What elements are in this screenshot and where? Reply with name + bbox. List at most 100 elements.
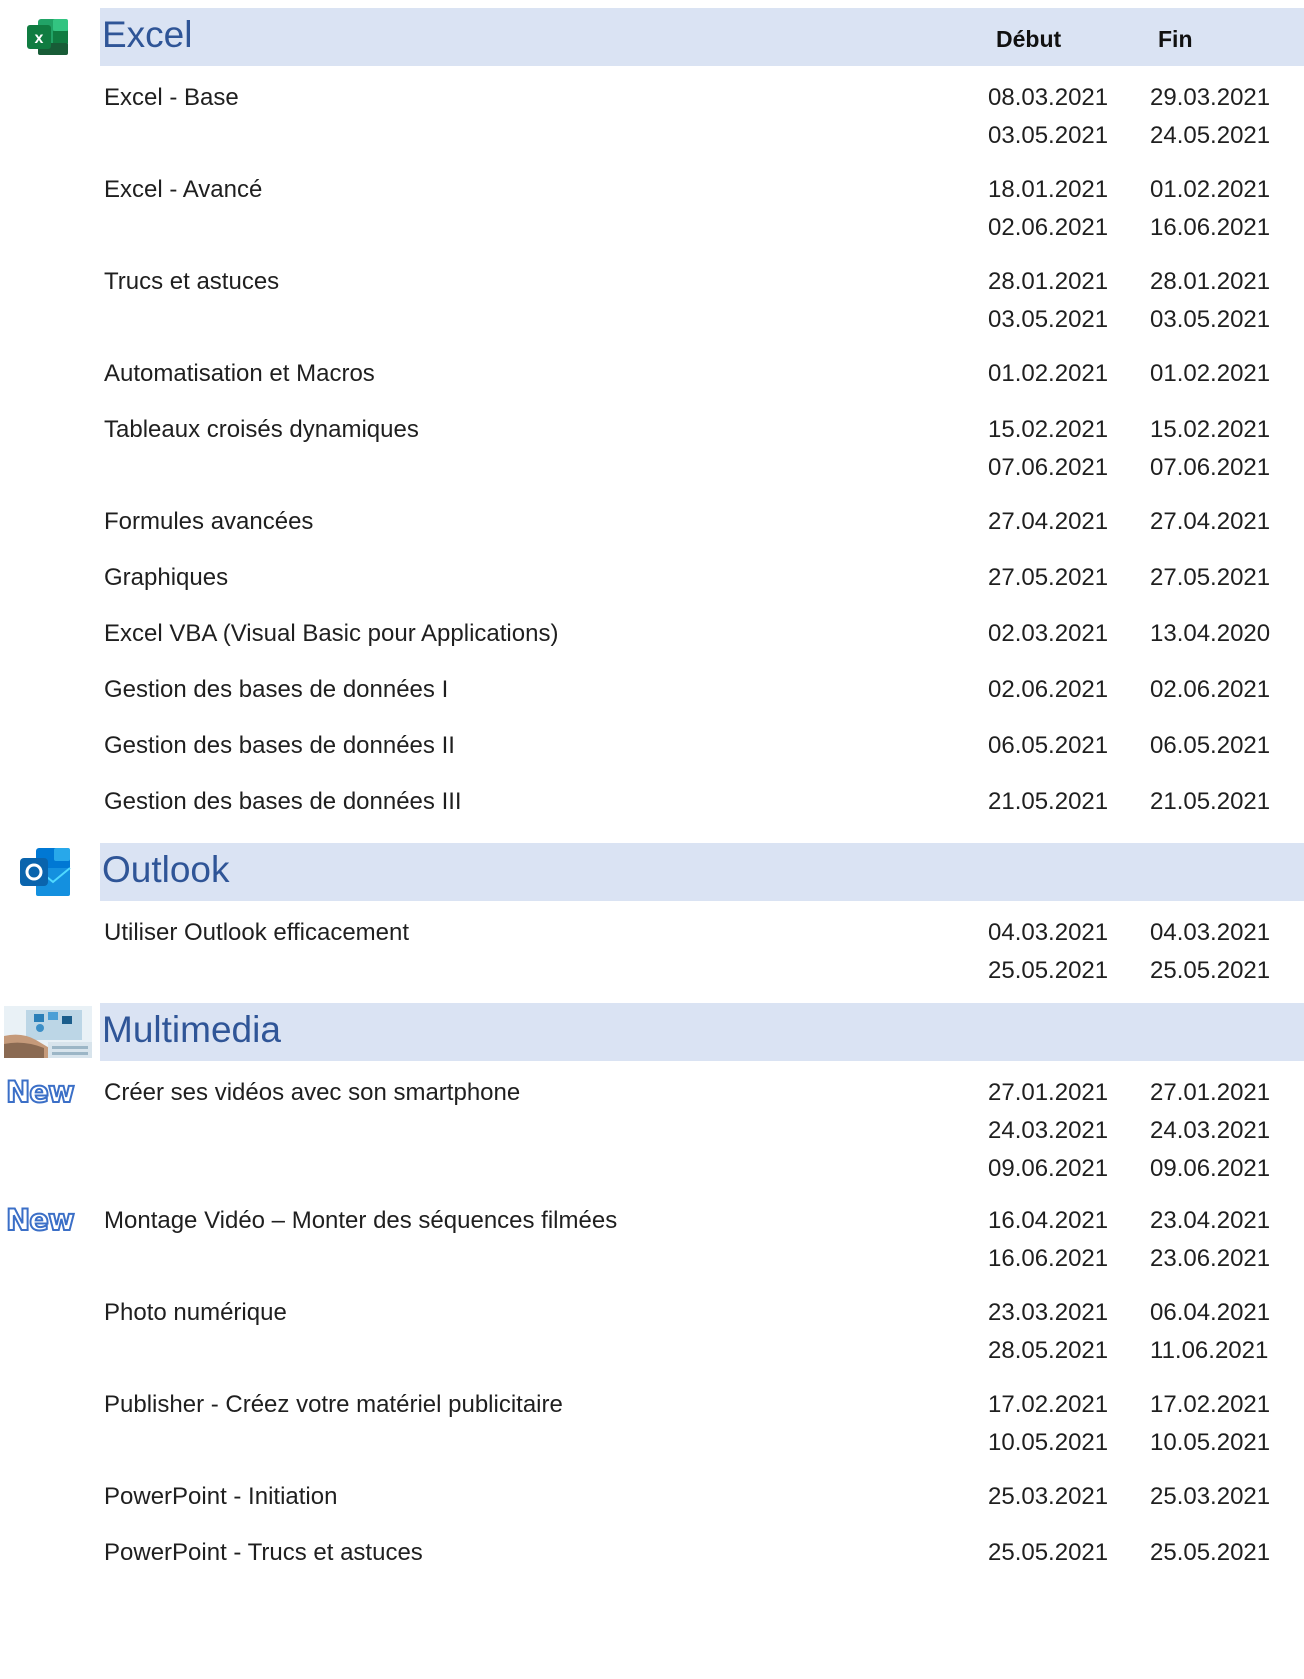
course-name: Publisher - Créez votre matériel publici…	[104, 1391, 563, 1418]
session-dates: 17.02.2021 17.02.2021 10.05.2021 10.05.2021	[988, 1386, 1304, 1462]
start-date: 28.01.2021	[988, 268, 1109, 295]
course-row: Montage Vidéo – Monter des séquences fil…	[5, 1202, 1304, 1278]
end-date: 27.04.2021	[1150, 508, 1271, 535]
course-name: PowerPoint - Initiation	[104, 1483, 338, 1510]
session-dates: 16.04.2021 23.04.2021 16.06.2021 23.06.2021	[988, 1202, 1304, 1278]
start-date: 06.05.2021	[988, 732, 1109, 759]
start-date: 01.02.2021	[988, 360, 1109, 387]
session-date-row: 03.05.2021 24.05.2021	[988, 117, 1304, 155]
session-dates: 25.03.2021 25.03.2021	[988, 1478, 1304, 1516]
start-date: 25.05.2021	[988, 1539, 1109, 1566]
svg-text:x: x	[35, 30, 44, 47]
end-date: 06.05.2021	[1150, 732, 1271, 759]
course-row: Utiliser Outlook efficacement 04.03.2021 0…	[104, 914, 1304, 990]
section-title: Multimedia	[102, 1009, 281, 1050]
end-date: 02.06.2021	[1150, 676, 1271, 703]
start-date: 24.03.2021	[988, 1117, 1109, 1144]
start-date: 18.01.2021	[988, 176, 1109, 203]
course-row: Excel VBA (Visual Basic pour Application…	[104, 615, 1304, 653]
new-badge: New	[5, 1203, 76, 1237]
session-date-row: 16.06.2021 23.06.2021	[988, 1240, 1304, 1278]
session-date-row: 04.03.2021 04.03.2021	[988, 914, 1304, 952]
course-row: PowerPoint - Trucs et astuces 25.05.2021 2…	[104, 1534, 1304, 1572]
session-dates: 27.04.2021 27.04.2021	[988, 503, 1304, 541]
excel-icon: x	[24, 13, 88, 71]
start-date: 16.06.2021	[988, 1245, 1109, 1272]
session-date-row: 07.06.2021 07.06.2021	[988, 449, 1304, 487]
session-date-row: 09.06.2021 09.06.2021	[988, 1150, 1304, 1188]
end-date: 23.04.2021	[1150, 1207, 1271, 1234]
start-date: 02.06.2021	[988, 214, 1109, 241]
course-name: Utiliser Outlook efficacement	[104, 919, 410, 946]
session-dates: 18.01.2021 01.02.2021 02.06.2021 16.06.2021	[988, 171, 1304, 247]
course-row: Graphiques 27.05.2021 27.05.2021	[104, 559, 1304, 597]
session-date-row: 28.05.2021 11.06.2021	[988, 1332, 1304, 1370]
course-row: Créer ses vidéos avec son smartphone New 2…	[5, 1074, 1304, 1188]
session-dates: 15.02.2021 15.02.2021 07.06.2021 07.06.2021	[988, 411, 1304, 487]
course-name: Trucs et astuces	[104, 268, 280, 295]
section-title-bar: Multimedia	[100, 1003, 1304, 1061]
course-name: Créer ses vidéos avec son smartphone	[104, 1079, 521, 1106]
session-dates: 06.05.2021 06.05.2021	[988, 727, 1304, 765]
new-badge: New	[5, 1075, 76, 1109]
end-date: 13.04.2020	[1150, 620, 1271, 647]
end-date: 11.06.2021	[1150, 1337, 1269, 1364]
course-name: Automatisation et Macros	[104, 360, 375, 387]
start-date: 25.05.2021	[988, 957, 1109, 984]
session-dates: 28.01.2021 28.01.2021 03.05.2021 03.05.2021	[988, 263, 1304, 339]
session-date-row: 25.05.2021 25.05.2021	[988, 952, 1304, 990]
section-title: Outlook	[102, 849, 230, 890]
start-date: 07.06.2021	[988, 454, 1109, 481]
session-dates: 08.03.2021 29.03.2021 03.05.2021 24.05.2021	[988, 79, 1304, 155]
start-date: 03.05.2021	[988, 122, 1109, 149]
course-row: Gestion des bases de données II 06.05.202…	[104, 727, 1304, 765]
start-date: 27.05.2021	[988, 564, 1109, 591]
session-date-row: 27.01.2021 27.01.2021	[988, 1074, 1304, 1112]
session-date-row: 02.06.2021 16.06.2021	[988, 209, 1304, 247]
start-date: 16.04.2021	[988, 1207, 1109, 1234]
section-title: Excel	[102, 14, 193, 55]
end-date: 25.05.2021	[1150, 1539, 1271, 1566]
course-row: Excel - Avancé 18.01.2021 01.02.2021 02.06.…	[104, 171, 1304, 247]
start-date: 15.02.2021	[988, 416, 1109, 443]
end-date: 01.02.2021	[1150, 176, 1271, 203]
session-date-row: 15.02.2021 15.02.2021	[988, 411, 1304, 449]
start-date: 23.03.2021	[988, 1299, 1109, 1326]
course-row: Formules avancées 27.04.2021 27.04.2021	[104, 503, 1304, 541]
session-date-row: 28.01.2021 28.01.2021	[988, 263, 1304, 301]
course-name: Gestion des bases de données I	[104, 676, 449, 703]
section-header-outlook: Outlook	[0, 843, 1304, 901]
end-date: 04.03.2021	[1150, 919, 1271, 946]
session-dates: 21.05.2021 21.05.2021	[988, 783, 1304, 821]
end-date: 16.06.2021	[1150, 214, 1271, 241]
section-header-multimedia: Multimedia	[0, 1003, 1304, 1061]
end-date: 27.05.2021	[1150, 564, 1271, 591]
start-date: 04.03.2021	[988, 919, 1109, 946]
session-dates: 27.01.2021 27.01.2021 24.03.2021 24.03.2021…	[988, 1074, 1304, 1188]
course-name: Gestion des bases de données III	[104, 788, 462, 815]
end-date: 06.04.2021	[1150, 1299, 1271, 1326]
end-date: 10.05.2021	[1150, 1429, 1271, 1456]
session-date-row: 06.05.2021 06.05.2021	[988, 727, 1304, 765]
end-date: 24.03.2021	[1150, 1117, 1271, 1144]
course-row: Publisher - Créez votre matériel publici…	[104, 1386, 1304, 1462]
start-date: 25.03.2021	[988, 1483, 1109, 1510]
end-date: 23.06.2021	[1150, 1245, 1271, 1272]
course-name: Formules avancées	[104, 508, 314, 535]
start-date: 02.06.2021	[988, 676, 1109, 703]
end-date: 15.02.2021	[1150, 416, 1271, 443]
section-title-bar: Excel Début Fin	[100, 8, 1304, 66]
start-date: 02.03.2021	[988, 620, 1109, 647]
start-date: 03.05.2021	[988, 306, 1109, 333]
course-name: Tableaux croisés dynamiques	[104, 416, 419, 443]
session-date-row: 27.05.2021 27.05.2021	[988, 559, 1304, 597]
session-date-row: 17.02.2021 17.02.2021	[988, 1386, 1304, 1424]
session-dates: 04.03.2021 04.03.2021 25.05.2021 25.05.2021	[988, 914, 1304, 990]
session-date-row: 03.05.2021 03.05.2021	[988, 301, 1304, 339]
end-date: 27.01.2021	[1150, 1079, 1271, 1106]
end-date: 25.03.2021	[1150, 1483, 1271, 1510]
course-row: Gestion des bases de données III 21.05.20…	[104, 783, 1304, 821]
course-name: Graphiques	[104, 564, 229, 591]
start-date: 28.05.2021	[988, 1337, 1109, 1364]
session-dates: 27.05.2021 27.05.2021	[988, 559, 1304, 597]
